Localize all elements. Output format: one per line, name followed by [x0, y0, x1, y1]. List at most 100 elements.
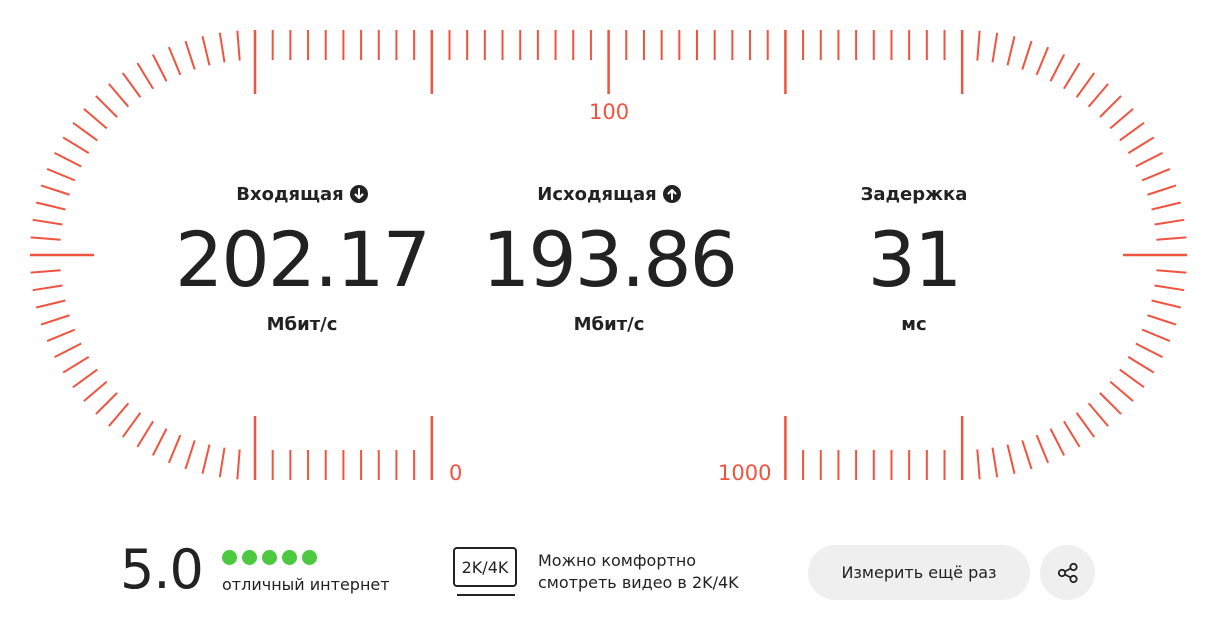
gauge-tick — [991, 32, 999, 63]
monitor-stand — [457, 594, 515, 596]
scale-label-top: 100 — [589, 100, 630, 124]
gauge-tick — [1135, 342, 1163, 359]
gauge-tick — [83, 108, 108, 130]
video-quality-icon: 2K/4K — [453, 547, 523, 599]
gauge-tick — [1135, 151, 1163, 168]
gauge-tick — [236, 30, 241, 61]
quality-line-1: Можно комфортно — [538, 551, 697, 570]
gauge-tick — [108, 402, 130, 427]
gauge-tick — [151, 428, 168, 456]
gauge-tick — [991, 447, 999, 478]
share-button[interactable] — [1040, 545, 1095, 600]
gauge-tick — [83, 380, 108, 402]
gauge-tick — [1049, 54, 1066, 82]
gauge-tick — [1075, 412, 1096, 438]
gauge-tick — [236, 449, 241, 480]
result-summary: 5.0 отличный интернет 2K/4K Можно комфор… — [0, 535, 1217, 615]
gauge-tick — [218, 32, 226, 63]
gauge-tick — [167, 46, 182, 76]
gauge-tick — [54, 151, 82, 168]
rating-dots — [222, 550, 317, 565]
gauge-tick — [184, 40, 196, 70]
gauge-tick — [1156, 269, 1187, 274]
scale-label-bottom-left: 0 — [449, 461, 463, 485]
gauge-tick — [62, 356, 90, 374]
gauge-tick — [1063, 420, 1081, 448]
gauge-tick — [1141, 167, 1171, 182]
arrow-up-icon — [662, 185, 681, 203]
rating-dot — [242, 550, 257, 565]
gauge-tick — [46, 167, 76, 182]
gauge-tick — [1035, 434, 1050, 464]
gauge-tick — [1099, 95, 1122, 118]
gauge-tick — [40, 314, 70, 326]
gauge-tick — [1063, 62, 1081, 90]
upload-value: 193.86 — [482, 215, 738, 304]
gauge-tick — [32, 218, 63, 226]
quality-description: Можно комфортно смотреть видео в 2K/4K — [538, 550, 778, 594]
download-label: Входящая — [236, 183, 344, 205]
rating-dot — [222, 550, 237, 565]
upload-unit: Мбит/с — [573, 314, 645, 335]
gauge-tick — [95, 95, 118, 118]
gauge-tick — [201, 35, 211, 66]
gauge-tick — [1154, 218, 1185, 226]
gauge-tick — [1109, 108, 1134, 130]
rating-dot — [282, 550, 297, 565]
gauge-tick — [976, 30, 981, 61]
gauge-tick — [32, 284, 63, 292]
gauge-tick — [1151, 201, 1182, 211]
gauge-tick — [108, 83, 130, 108]
gauge-tick — [136, 420, 154, 448]
quality-line-2: смотреть видео в 2K/4K — [538, 573, 739, 592]
gauge-tick — [218, 447, 226, 478]
gauge-tick — [1049, 428, 1066, 456]
latency-label: Задержка — [860, 183, 968, 205]
quality-badge: 2K/4K — [453, 547, 517, 587]
gauge-tick — [121, 72, 142, 98]
gauge-tick — [184, 440, 196, 470]
gauge-tick — [1006, 35, 1016, 66]
latency-metric: Задержка 31 мс — [754, 180, 1074, 336]
rating-score: 5.0 — [120, 538, 204, 601]
gauge-tick — [1021, 440, 1033, 470]
gauge-tick — [1119, 368, 1145, 389]
gauge-tick — [201, 444, 211, 475]
gauge-tick — [1127, 136, 1155, 154]
gauge-tick — [1151, 299, 1182, 309]
gauge-tick — [35, 201, 66, 211]
gauge-tick — [167, 434, 182, 464]
rating-dot — [302, 550, 317, 565]
gauge-tick — [62, 136, 90, 154]
gauge-tick — [1109, 380, 1134, 402]
latency-unit: мс — [901, 314, 927, 335]
gauge-tick — [976, 449, 981, 480]
latency-value: 31 — [867, 215, 963, 304]
gauge-tick — [35, 299, 66, 309]
gauge-tick — [54, 342, 82, 359]
gauge-tick — [1075, 72, 1096, 98]
gauge-tick — [151, 54, 168, 82]
gauge-tick — [1156, 236, 1187, 241]
gauge-tick — [1087, 402, 1109, 427]
gauge-tick — [40, 184, 70, 196]
gauge-tick — [1147, 184, 1177, 196]
download-metric: Входящая 202.17 Мбит/с — [142, 180, 462, 336]
gauge-tick — [1154, 284, 1185, 292]
gauge-tick — [1006, 444, 1016, 475]
gauge-tick — [30, 269, 61, 274]
gauge-tick — [1035, 46, 1050, 76]
scale-label-bottom-right: 1000 — [718, 461, 772, 485]
gauge-tick — [72, 368, 98, 389]
gauge-tick — [1147, 314, 1177, 326]
retest-button[interactable]: Измерить ещё раз — [808, 545, 1030, 600]
gauge-tick — [1021, 40, 1033, 70]
rating-dot — [262, 550, 277, 565]
gauge-tick — [72, 121, 98, 142]
gauge-tick — [136, 62, 154, 90]
gauge-tick — [121, 412, 142, 438]
gauge-tick — [1099, 392, 1122, 415]
gauge-tick — [1119, 121, 1145, 142]
gauge-tick — [30, 236, 61, 241]
download-value: 202.17 — [175, 215, 431, 304]
